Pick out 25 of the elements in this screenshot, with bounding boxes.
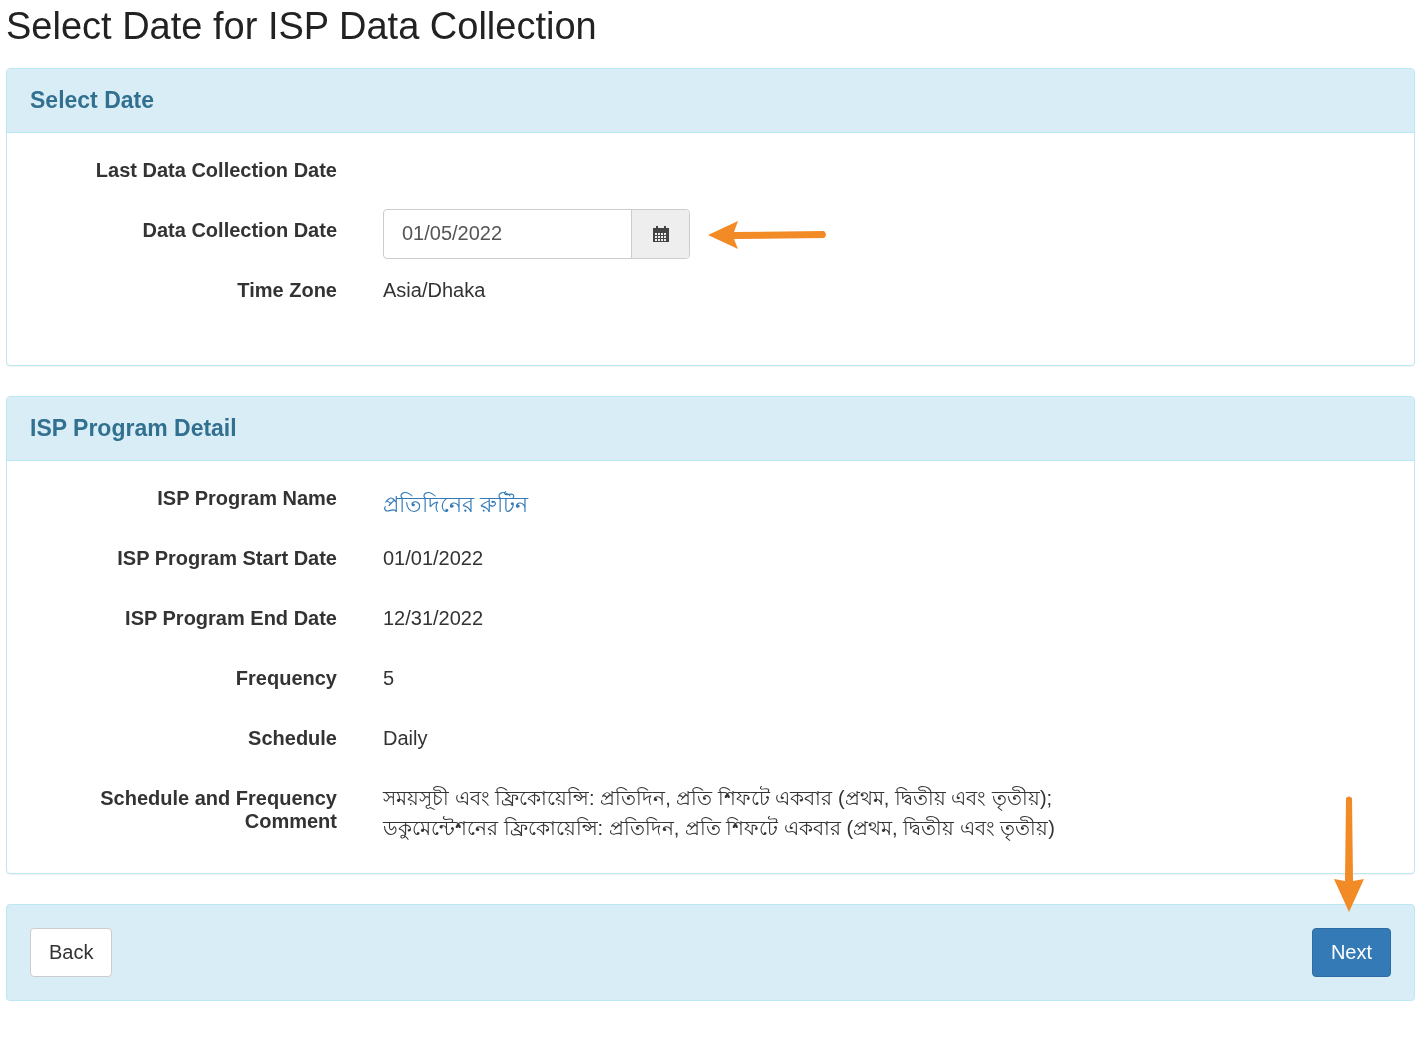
field-label: Last Data Collection Date — [94, 159, 337, 182]
panel-title: Select Date — [30, 87, 154, 113]
next-button[interactable]: Next — [1311, 928, 1391, 977]
field-label: ISP Program End Date — [124, 607, 337, 630]
field-value: Asia/Dhaka — [383, 279, 486, 301]
calendar-button[interactable] — [631, 210, 689, 258]
field-label: ISP Program Name — [156, 487, 337, 510]
field-label: Time Zone — [236, 279, 337, 302]
field-label: Data Collection Date — [141, 219, 337, 242]
field-value: 5 — [383, 667, 395, 689]
field-label: Schedule and Frequency Comment — [99, 787, 337, 833]
page-title: Select Date for ISP Data Collection — [6, 4, 598, 49]
date-field[interactable]: 01/05/2022 — [383, 209, 690, 259]
field-value: Daily — [383, 727, 428, 749]
program-link[interactable]: প্রতিদিনের রুটিন — [383, 492, 529, 517]
comment-text: সময়সূচী এবং ফ্রিকোয়েন্সি: প্রতিদিন, প্রতি শিফটে একবার (প্রথম, দ্বিতীয় এবং তৃতীয়); — [383, 785, 1054, 813]
back-button[interactable]: Back — [30, 928, 113, 977]
field-label: ISP Program Start Date — [116, 547, 337, 570]
calendar-icon — [651, 225, 670, 243]
field-label: Schedule — [247, 727, 337, 750]
field-label: Frequency — [234, 667, 337, 690]
field-value: 01/01/2022 — [383, 547, 484, 569]
comment-text: ডকুমেন্টেশনের ফ্রিকোয়েন্সি: প্রতিদিন, প্রতি শিফটে একবার (প্রথম, দ্বিতীয় এবং তৃতীয়) — [383, 815, 1055, 843]
panel-title: ISP Program Detail — [30, 415, 237, 441]
field-value: 12/31/2022 — [383, 607, 484, 629]
